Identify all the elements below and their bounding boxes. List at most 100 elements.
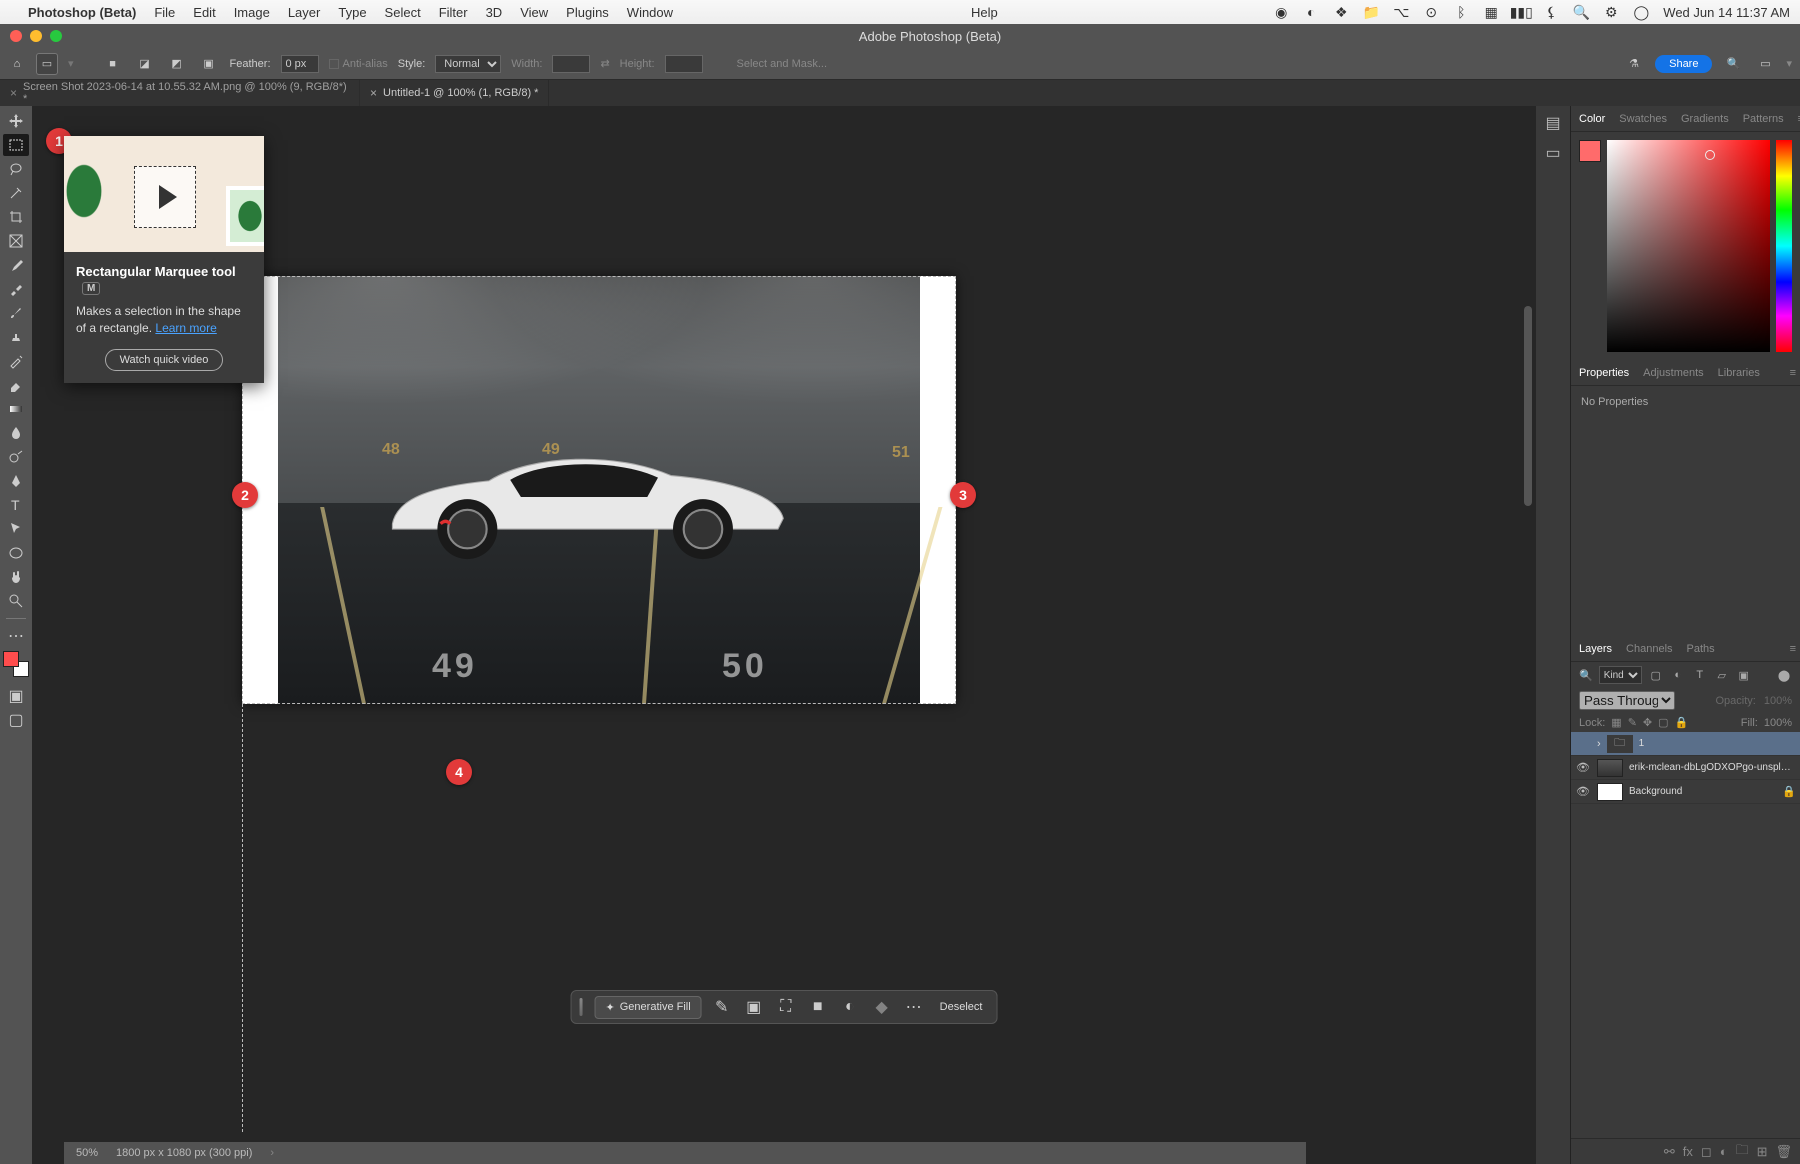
history-brush-tool[interactable] [3, 350, 29, 372]
delete-layer-icon[interactable]: 🗑 [1775, 1144, 1792, 1160]
contextual-task-bar[interactable]: ✦Generative Fill ✎ ▣ ⛶ ■ ◐ ◆ ⋯ Deselect [571, 990, 998, 1024]
layer-item[interactable]: 👁 erik-mclean-dbLgODXOPgo-unsplash [1571, 756, 1800, 780]
color-field[interactable] [1607, 140, 1770, 352]
deselect-button[interactable]: Deselect [934, 1001, 989, 1013]
quick-mask-icon[interactable]: ▣ [3, 685, 29, 707]
document-canvas[interactable]: 48 49 51 49 50 [242, 276, 956, 704]
patterns-tab[interactable]: Patterns [1743, 113, 1784, 125]
canvas-area[interactable]: Rectangular Marquee toolM Makes a select… [32, 106, 1536, 1164]
adjustment-layer-icon[interactable]: ◐ [1720, 1144, 1728, 1159]
clone-stamp-tool[interactable] [3, 326, 29, 348]
filter-shape-icon[interactable]: ▱ [1714, 667, 1730, 683]
lock-artboard-icon[interactable]: ▢ [1658, 716, 1668, 729]
paths-tab[interactable]: Paths [1687, 643, 1715, 655]
link-layers-icon[interactable]: ⚯ [1664, 1144, 1675, 1160]
visibility-icon[interactable]: 👁 [1575, 785, 1591, 798]
document-tab[interactable]: × Untitled-1 @ 100% (1, RGB/8) * [360, 80, 549, 106]
document-dimensions[interactable]: 1800 px x 1080 px (300 ppi) [116, 1147, 252, 1159]
panel-menu-icon[interactable]: ≡ [1790, 367, 1796, 379]
blur-tool[interactable] [3, 422, 29, 444]
zoom-level[interactable]: 50% [76, 1147, 98, 1159]
opacity-value[interactable]: 100% [1764, 695, 1792, 707]
menu-plugins[interactable]: Plugins [566, 5, 609, 20]
eraser-tool[interactable] [3, 374, 29, 396]
panel-menu-icon[interactable]: ≡ [1790, 643, 1796, 655]
statusbar-icon[interactable]: ⌥ [1393, 4, 1409, 20]
lock-position-icon[interactable]: ✥ [1643, 716, 1652, 729]
layer-mask-icon[interactable]: ◻ [1701, 1144, 1712, 1160]
new-selection-icon[interactable]: ■ [102, 53, 124, 75]
rectangular-marquee-tool[interactable] [3, 134, 29, 156]
layer-item[interactable]: › 🗀 1 [1571, 732, 1800, 756]
frame-tool[interactable] [3, 230, 29, 252]
style-select[interactable]: Normal [435, 55, 501, 73]
layer-name[interactable]: Background [1629, 786, 1776, 797]
foreground-color-swatch[interactable] [3, 651, 19, 667]
app-name[interactable]: Photoshop (Beta) [28, 5, 136, 20]
menu-3d[interactable]: 3D [486, 5, 503, 20]
lock-image-icon[interactable]: ✎ [1628, 716, 1637, 729]
statusbar-icon[interactable]: ❖ [1333, 4, 1349, 20]
channels-tab[interactable]: Channels [1626, 643, 1672, 655]
filter-type-select[interactable]: Kind [1599, 666, 1642, 684]
watch-video-button[interactable]: Watch quick video [105, 349, 224, 371]
filter-toggle-icon[interactable]: ⬤ [1776, 667, 1792, 683]
minimize-window-button[interactable] [30, 30, 42, 42]
lock-icon[interactable]: 🔒 [1782, 785, 1796, 798]
menu-edit[interactable]: Edit [193, 5, 215, 20]
adjust-icon[interactable]: ◐ [838, 995, 862, 1019]
statusbar-icon[interactable]: ▦ [1483, 4, 1499, 20]
color-cursor[interactable] [1705, 150, 1715, 160]
search-icon[interactable]: 🔍 [1573, 4, 1589, 20]
screen-mode-icon[interactable]: ▢ [3, 709, 29, 731]
chevron-right-icon[interactable]: › [270, 1147, 274, 1159]
workspace-icon[interactable]: ▭ [1754, 53, 1776, 75]
layer-style-icon[interactable]: fx [1683, 1144, 1693, 1159]
swatches-tab[interactable]: Swatches [1619, 113, 1667, 125]
layer-thumbnail[interactable] [1597, 783, 1623, 801]
gradient-tool[interactable] [3, 398, 29, 420]
pen-tool[interactable] [3, 470, 29, 492]
learn-more-link[interactable]: Learn more [155, 321, 216, 335]
filter-adjustment-icon[interactable]: ◐ [1670, 667, 1686, 683]
feather-input[interactable] [281, 55, 319, 73]
statusbar-icon[interactable]: ⊙ [1423, 4, 1439, 20]
filter-pixel-icon[interactable]: ▢ [1648, 667, 1664, 683]
brush-icon[interactable]: ✎ [710, 995, 734, 1019]
filter-type-icon[interactable]: T [1692, 667, 1708, 683]
foreground-swatch[interactable] [1579, 140, 1601, 162]
layer-name[interactable]: 1 [1639, 738, 1796, 749]
battery-icon[interactable]: ▮▮▯ [1513, 4, 1529, 20]
tooltip-preview[interactable] [64, 136, 264, 252]
menu-window[interactable]: Window [627, 5, 673, 20]
control-center-icon[interactable]: ⚙ [1603, 4, 1619, 20]
siri-icon[interactable]: ◯ [1633, 4, 1649, 20]
menu-layer[interactable]: Layer [288, 5, 321, 20]
magic-wand-tool[interactable] [3, 182, 29, 204]
adjustments-tab[interactable]: Adjustments [1643, 367, 1704, 379]
healing-brush-tool[interactable] [3, 278, 29, 300]
edit-toolbar-icon[interactable]: ⋯ [3, 625, 29, 647]
maximize-window-button[interactable] [50, 30, 62, 42]
comments-panel-icon[interactable]: ▭ [1542, 142, 1564, 164]
menu-file[interactable]: File [154, 5, 175, 20]
statusbar-icon[interactable]: ◐ [1303, 4, 1319, 20]
foreground-background-colors[interactable] [3, 651, 29, 677]
more-icon[interactable]: ⋯ [902, 995, 926, 1019]
home-icon[interactable]: ⌂ [8, 55, 26, 73]
remove-background-icon[interactable]: ⛶ [774, 995, 798, 1019]
brush-tool[interactable] [3, 302, 29, 324]
subtract-selection-icon[interactable]: ◩ [166, 53, 188, 75]
search-icon[interactable]: 🔍 [1722, 53, 1744, 75]
menu-select[interactable]: Select [385, 5, 421, 20]
close-window-button[interactable] [10, 30, 22, 42]
menu-filter[interactable]: Filter [439, 5, 468, 20]
layers-tab[interactable]: Layers [1579, 643, 1612, 655]
blend-mode-select[interactable]: Pass Through [1579, 691, 1675, 710]
crop-tool[interactable] [3, 206, 29, 228]
menu-image[interactable]: Image [234, 5, 270, 20]
intersect-selection-icon[interactable]: ▣ [198, 53, 220, 75]
beaker-icon[interactable]: ⚗ [1623, 53, 1645, 75]
rectangle-tool[interactable] [3, 542, 29, 564]
mask-icon[interactable]: ■ [806, 995, 830, 1019]
